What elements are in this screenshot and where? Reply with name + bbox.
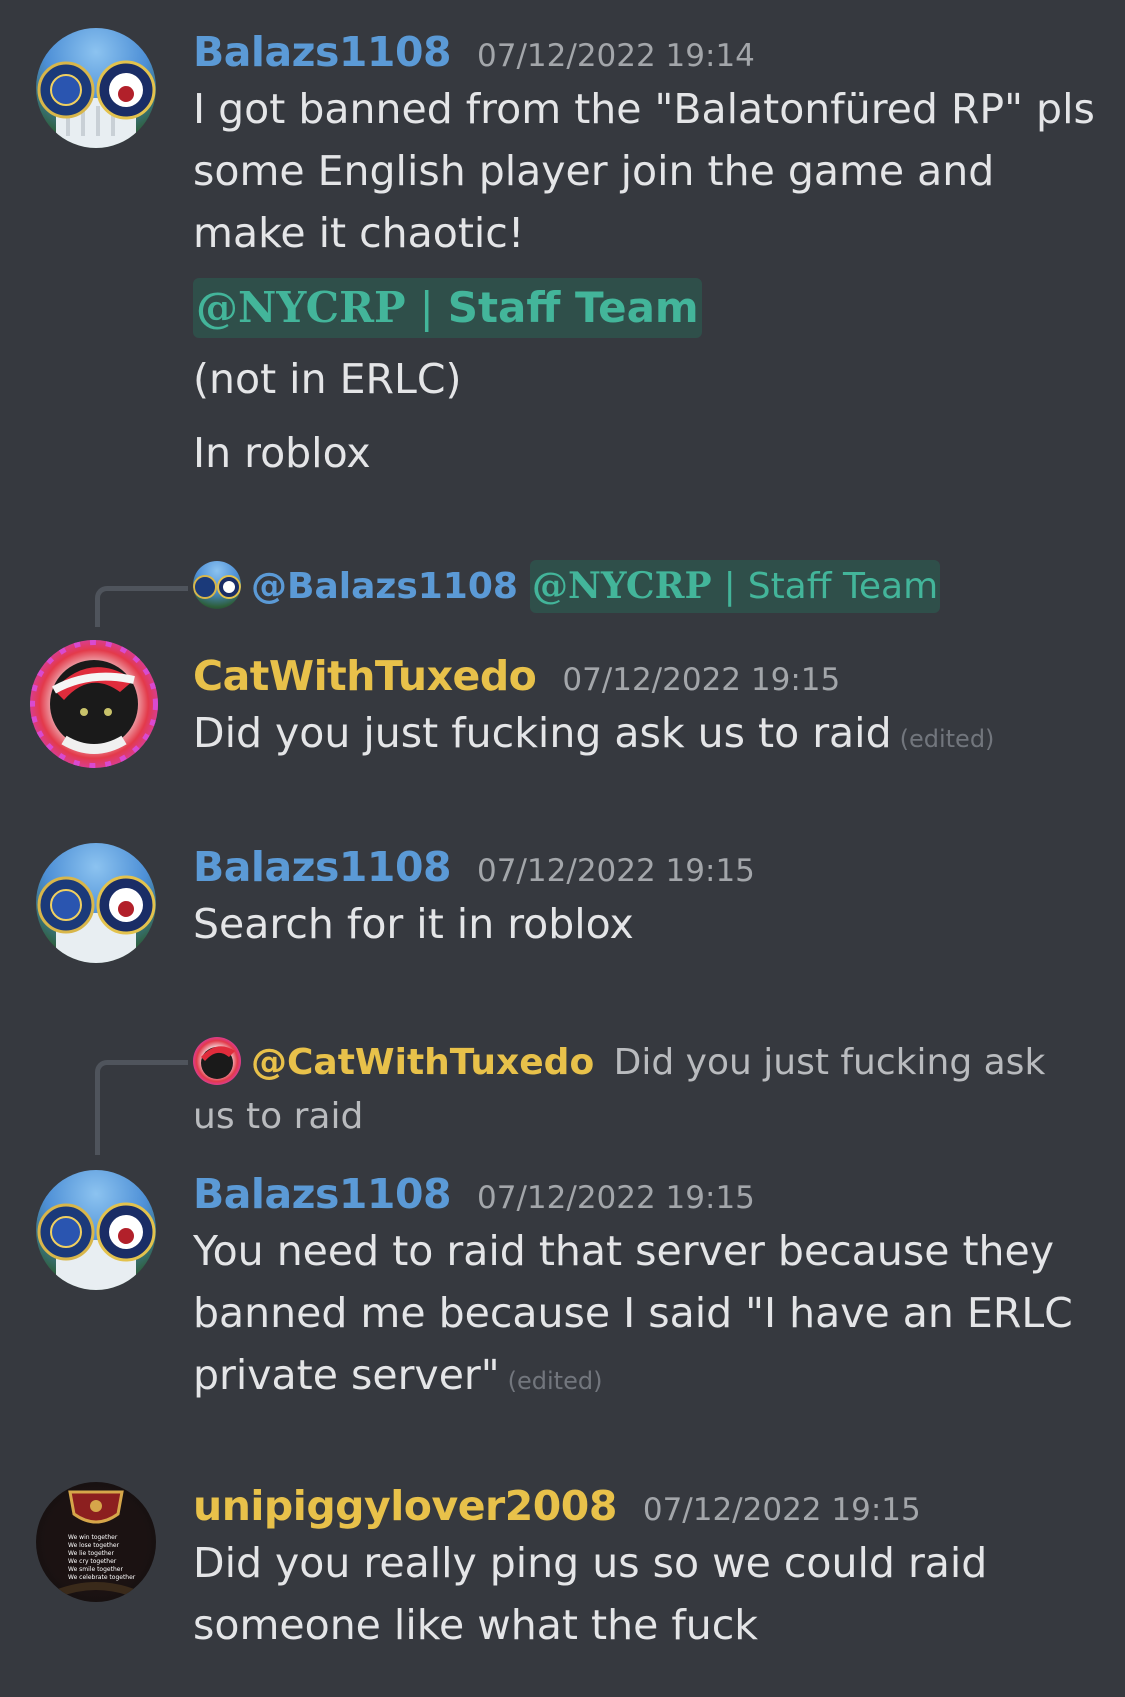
- mention-org: @NYCRP: [531, 565, 712, 607]
- message-text: (not in ERLC): [193, 355, 462, 403]
- reply-spine: [95, 586, 188, 627]
- edited-label: (edited): [507, 1367, 603, 1395]
- avatar-caption-line: We celebrate together: [68, 1574, 136, 1581]
- timestamp: 07/12/2022 19:15: [562, 662, 841, 698]
- fbi-cia-seals-icon: [193, 575, 241, 599]
- mention-role: Staff Team: [747, 566, 939, 607]
- avatar-caption: We win together We lose together We lie …: [68, 1534, 135, 1582]
- user-avatar[interactable]: [30, 640, 158, 768]
- mention-role: Staff Team: [447, 283, 699, 332]
- message-text: Search for it in roblox: [193, 900, 634, 948]
- edited-label: (edited): [899, 725, 995, 753]
- message-text: You need to raid that server because the…: [193, 1227, 1073, 1399]
- message-body: Did you just fucking ask us to raid (edit…: [193, 702, 1105, 770]
- reply-preview[interactable]: @CatWithTuxedo Did you just fucking ask …: [193, 1036, 1095, 1144]
- fbi-cia-seals-icon: [37, 875, 156, 963]
- reply-spine: [95, 1060, 188, 1155]
- timestamp: 07/12/2022 19:15: [477, 1180, 755, 1216]
- mention-divider: |: [723, 566, 736, 607]
- username[interactable]: Balazs1108: [193, 843, 452, 891]
- role-mention[interactable]: @NYCRP | Staff Team: [193, 278, 702, 338]
- reply-author[interactable]: @CatWithTuxedo: [251, 1042, 594, 1083]
- avatar-caption-line: We lie together: [68, 1550, 114, 1557]
- reply-role-mention[interactable]: @NYCRP | Staff Team: [529, 560, 941, 613]
- user-avatar[interactable]: We win together We lose together We lie …: [36, 1482, 156, 1602]
- username[interactable]: Balazs1108: [193, 28, 452, 76]
- username[interactable]: CatWithTuxedo: [193, 652, 537, 700]
- reply-preview[interactable]: @Balazs1108 @NYCRP | Staff Team: [193, 560, 1095, 614]
- timestamp: 07/12/2022 19:15: [642, 1492, 921, 1528]
- reply-avatar: [193, 561, 241, 609]
- message-body: You need to raid that server because the…: [193, 1220, 1105, 1412]
- message-text: Did you really ping us so we could raid …: [193, 1539, 988, 1649]
- message-text: In roblox: [193, 429, 371, 477]
- message-text: Did you just fucking ask us to raid: [193, 709, 892, 757]
- avatar-caption-line: We win together: [68, 1534, 118, 1541]
- mention-org: @NYCRP: [196, 283, 406, 332]
- fbi-cia-seals-icon: [37, 60, 156, 148]
- message-text: I got banned from the "Balatonfüred RP" …: [193, 85, 1095, 257]
- mention-divider: |: [419, 283, 434, 332]
- avatar-caption-line: We smile together: [68, 1566, 123, 1573]
- user-avatar[interactable]: [36, 28, 156, 148]
- username[interactable]: unipiggylover2008: [193, 1482, 617, 1530]
- cat-santa-hat-icon: [201, 1046, 235, 1079]
- avatar-caption-line: We lose together: [68, 1542, 120, 1549]
- username[interactable]: Balazs1108: [193, 1170, 452, 1218]
- reply-avatar: [193, 1037, 241, 1085]
- avatar-caption-line: We cry together: [68, 1558, 117, 1565]
- reply-author[interactable]: @Balazs1108: [251, 566, 518, 607]
- user-avatar[interactable]: [36, 1170, 156, 1290]
- fbi-cia-seals-icon: [37, 1202, 156, 1290]
- cat-santa-hat-icon: [30, 640, 158, 768]
- user-avatar[interactable]: [36, 843, 156, 963]
- timestamp: 07/12/2022 19:14: [477, 38, 755, 74]
- timestamp: 07/12/2022 19:15: [477, 853, 755, 889]
